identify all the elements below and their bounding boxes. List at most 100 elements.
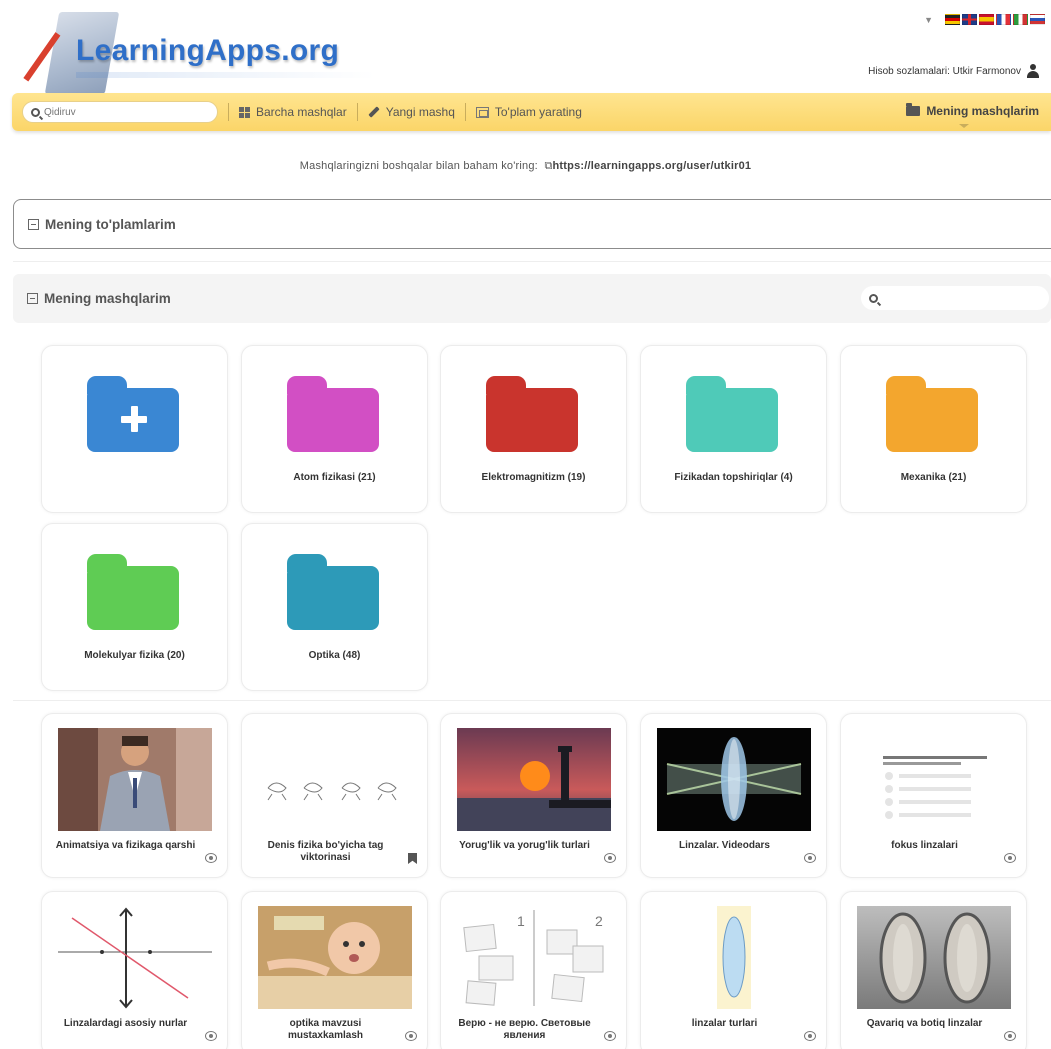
nav-all-apps-label: Barcha mashqlar <box>256 105 347 119</box>
app-card[interactable]: linzalar turlari <box>640 891 827 1049</box>
share-line: Mashqlaringizni boshqalar bilan baham ko… <box>0 160 1051 173</box>
app-card[interactable]: Linzalar. Videodars <box>640 713 827 878</box>
main-navbar: Barcha mashqlar Yangi mashq To'plam yara… <box>12 93 1051 131</box>
eye-icon <box>405 1031 417 1041</box>
folder-icon <box>287 376 379 452</box>
app-thumbnail-convex-lens <box>657 906 811 1009</box>
nav-divider <box>464 103 466 121</box>
logo-underline <box>76 72 376 78</box>
app-thumbnail-lens-beams <box>657 728 811 831</box>
eye-icon <box>804 853 816 863</box>
search-input[interactable] <box>44 106 204 118</box>
app-card[interactable]: Yorug'lik va yorug'lik turlari <box>440 713 627 878</box>
flag-icon-ru[interactable] <box>1030 14 1045 25</box>
folder-card[interactable]: Optika (48) <box>241 523 428 691</box>
app-thumbnail-lens-rays <box>58 906 212 1009</box>
app-title: Qavariq va botiq linzalar <box>866 1018 983 1029</box>
collections-toggle[interactable]: Mening to'plamlarim <box>28 217 176 232</box>
app-card[interactable]: fokus linzalari <box>840 713 1027 878</box>
nav-new-app[interactable]: Yangi mashq <box>368 105 455 119</box>
collections-panel: Mening to'plamlarim <box>13 199 1051 249</box>
app-title: Верю - не верю. Световые явления <box>458 1018 591 1041</box>
chevron-down-icon[interactable]: ▼ <box>924 15 933 25</box>
app-thumbnail-quiz-list <box>857 728 1011 831</box>
nav-my-apps[interactable]: Mening mashqlarim <box>906 103 1039 118</box>
app-title: fokus linzalari <box>891 840 958 851</box>
app-thumbnail-sunset-lighthouse <box>457 728 611 831</box>
apps-search-input[interactable] <box>884 292 1034 304</box>
logo-text: LearningApps.org <box>76 34 340 67</box>
search-box[interactable] <box>22 101 218 123</box>
thumb-number-2: 2 <box>595 913 603 929</box>
pencil-icon <box>368 106 380 118</box>
app-thumbnail-glass-lenses <box>857 906 1011 1009</box>
language-selector[interactable]: ▼ <box>924 14 1045 25</box>
app-card[interactable]: Animatsiya va fizikaga qarshi <box>41 713 228 878</box>
apps-search-box[interactable] <box>861 286 1049 310</box>
folder-card[interactable]: Atom fizikasi (21) <box>241 345 428 513</box>
folder-label: Fizikadan topshiriqlar (4) <box>674 472 793 483</box>
search-icon <box>869 293 878 303</box>
app-title: Yorug'lik va yorug'lik turlari <box>459 840 590 851</box>
app-card[interactable]: Qavariq va botiq linzalar <box>840 891 1027 1049</box>
flag-icon-es[interactable] <box>979 14 994 25</box>
folder-card[interactable]: Mexanika (21) <box>840 345 1027 513</box>
bookmark-icon[interactable] <box>408 853 417 864</box>
folder-open-icon <box>906 103 921 116</box>
collapse-icon <box>28 218 39 230</box>
app-card[interactable]: Linzalardagi asosiy nurlar <box>41 891 228 1049</box>
logo[interactable]: LearningApps.org <box>23 8 376 100</box>
flag-icon-de[interactable] <box>945 14 960 25</box>
my-apps-toggle[interactable]: Mening mashqlarim <box>27 291 171 306</box>
new-folder-card[interactable] <box>41 345 228 513</box>
app-title: Linzalardagi asosiy nurlar <box>63 1018 188 1029</box>
eye-icon <box>205 1031 217 1041</box>
app-card[interactable]: optika mavzusi mustaxkamlash <box>241 891 428 1049</box>
folder-icon <box>886 376 978 452</box>
eye-icon <box>1004 853 1016 863</box>
app-thumbnail-suit-man <box>58 728 212 831</box>
folder-label: Molekulyar fizika (20) <box>84 650 185 661</box>
account-label: Hisob sozlamalari: Utkir Farmonov <box>868 65 1021 77</box>
nav-divider <box>228 103 229 121</box>
divider <box>13 261 1051 262</box>
nav-create-collection[interactable]: To'plam yarating <box>475 105 582 119</box>
nav-all-apps[interactable]: Barcha mashqlar <box>239 105 347 119</box>
collapse-icon <box>27 293 38 304</box>
user-icon[interactable] <box>1027 64 1039 78</box>
app-title: Denis fizika bo'yicha tag viktorinasi <box>267 840 384 863</box>
app-card[interactable]: 1 2 Верю - не верю. Световые явления <box>440 891 627 1049</box>
folder-label: Mexanika (21) <box>900 472 967 483</box>
app-card[interactable]: Denis fizika bo'yicha tag viktorinasi <box>241 713 428 878</box>
thumb-number-1: 1 <box>517 913 525 929</box>
folder-label: Optika (48) <box>308 650 361 661</box>
account-settings-link[interactable]: Hisob sozlamalari: Utkir Farmonov <box>868 64 1039 78</box>
active-tab-caret <box>959 124 969 128</box>
folder-icon <box>87 554 179 630</box>
divider <box>13 700 1051 701</box>
flag-icon-gb[interactable] <box>962 14 977 25</box>
search-icon <box>31 107 40 117</box>
app-thumbnail-baby <box>258 906 412 1009</box>
nav-new-app-label: Yangi mashq <box>385 105 455 119</box>
nav-my-apps-label: Mening mashqlarim <box>926 104 1039 118</box>
flag-icon-fr[interactable] <box>996 14 1011 25</box>
nav-create-collection-label: To'plam yarating <box>494 105 582 119</box>
eye-icon <box>205 853 217 863</box>
folder-icon <box>686 376 778 452</box>
flag-icon-it[interactable] <box>1013 14 1028 25</box>
folder-card[interactable]: Elektromagnitizm (19) <box>440 345 627 513</box>
folder-label: Elektromagnitizm (19) <box>481 472 586 483</box>
folder-card[interactable]: Molekulyar fizika (20) <box>41 523 228 691</box>
eye-icon <box>604 1031 616 1041</box>
folder-icon <box>486 376 578 452</box>
collections-title: Mening to'plamlarim <box>45 216 176 232</box>
eye-icon <box>1004 1031 1016 1041</box>
folder-card[interactable]: Fizikadan topshiriqlar (4) <box>640 345 827 513</box>
app-title: linzalar turlari <box>691 1018 758 1029</box>
folder-plus-icon <box>87 376 179 452</box>
app-title: optika mavzusi mustaxkamlash <box>287 1018 364 1041</box>
external-link-icon: ⧉ <box>541 160 553 172</box>
collection-icon <box>475 106 489 118</box>
share-url-link[interactable]: https://learningapps.org/user/utkir01 <box>553 160 752 172</box>
